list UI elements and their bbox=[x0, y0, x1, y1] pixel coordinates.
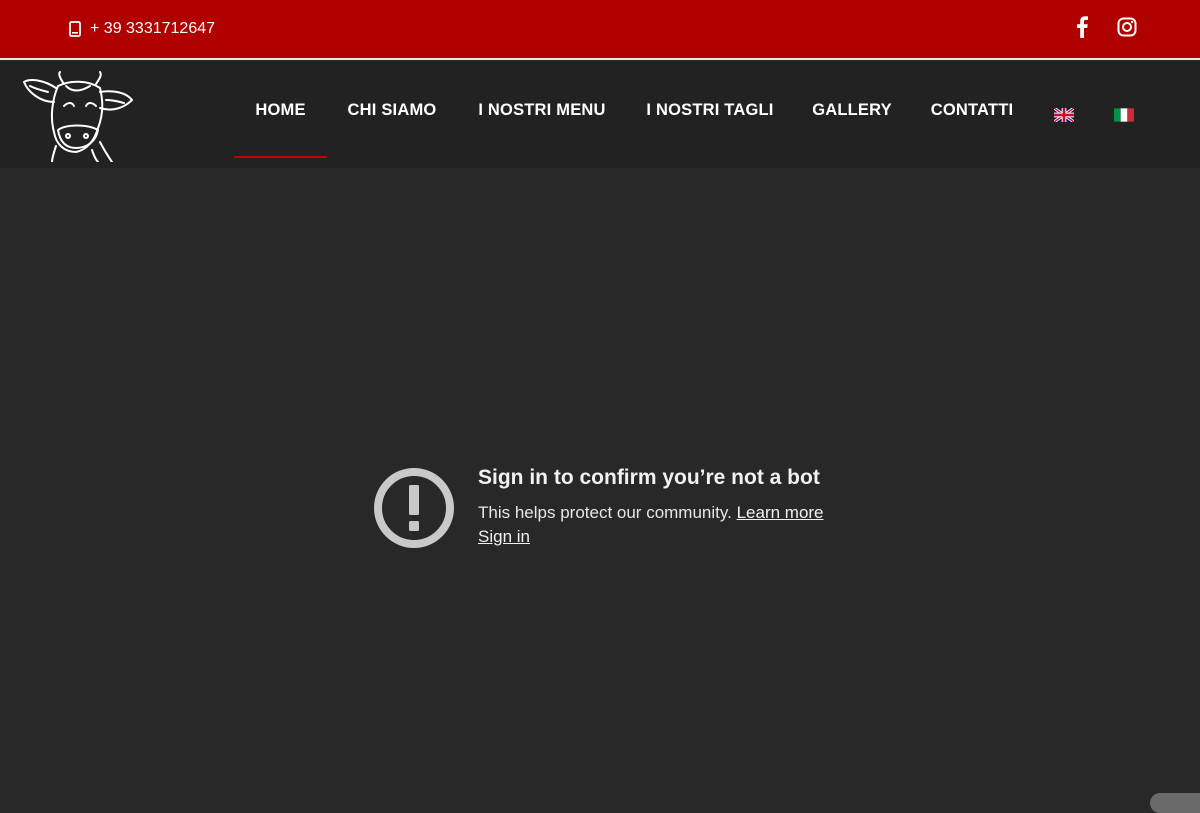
nav-chi-siamo[interactable]: CHI SIAMO bbox=[341, 62, 443, 158]
alert-icon bbox=[373, 467, 455, 549]
nav-i-nostri-menu[interactable]: I NOSTRI MENU bbox=[470, 62, 614, 158]
mobile-phone-icon bbox=[68, 20, 82, 38]
nav-chi-siamo-label: CHI SIAMO bbox=[347, 100, 437, 119]
scroll-to-top-button[interactable] bbox=[1150, 793, 1200, 813]
nav-home-label: HOME bbox=[255, 100, 306, 119]
phone-contact[interactable]: + 39 3331712647 bbox=[68, 19, 215, 39]
nav-i-nostri-tagli-label: I NOSTRI TAGLI bbox=[646, 100, 774, 119]
nav-contatti[interactable]: CONTATTI bbox=[924, 62, 1020, 158]
top-bar: + 39 3331712647 bbox=[0, 0, 1200, 60]
nav-i-nostri-tagli[interactable]: I NOSTRI TAGLI bbox=[640, 62, 780, 158]
learn-more-link[interactable]: Learn more bbox=[737, 503, 824, 522]
facebook-link[interactable] bbox=[1070, 15, 1094, 43]
bot-check-title: Sign in to confirm you’re not a bot bbox=[478, 466, 820, 489]
nav-home[interactable]: HOME bbox=[234, 62, 327, 158]
nav-contatti-label: CONTATTI bbox=[930, 100, 1014, 119]
instagram-icon bbox=[1117, 17, 1137, 42]
nav-i-nostri-menu-label: I NOSTRI MENU bbox=[478, 100, 606, 119]
italy-flag-icon[interactable] bbox=[1114, 108, 1134, 122]
bot-check-body: This helps protect our community. bbox=[478, 503, 732, 522]
nav-gallery[interactable]: GALLERY bbox=[806, 62, 898, 158]
cow-logo[interactable] bbox=[20, 70, 136, 163]
sign-in-link[interactable]: Sign in bbox=[478, 527, 530, 547]
phone-number: + 39 3331712647 bbox=[90, 20, 216, 37]
bot-check-message: This helps protect our community. Learn … bbox=[478, 503, 824, 523]
instagram-link[interactable] bbox=[1115, 17, 1139, 41]
facebook-icon bbox=[1076, 15, 1088, 43]
main-navigation: HOME CHI SIAMO I NOSTRI MENU I NOSTRI TA… bbox=[0, 62, 1200, 168]
uk-flag-icon[interactable] bbox=[1054, 108, 1074, 122]
nav-gallery-label: GALLERY bbox=[812, 100, 892, 119]
